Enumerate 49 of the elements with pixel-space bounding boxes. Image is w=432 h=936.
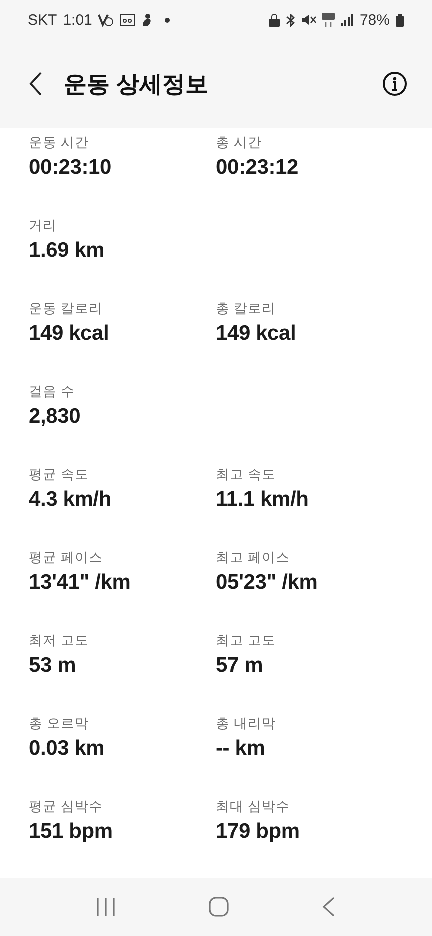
stat-label: 최대 심박수 bbox=[216, 798, 291, 816]
home-button[interactable] bbox=[208, 897, 229, 917]
stat-value: 05'23" /km bbox=[216, 571, 319, 595]
info-button[interactable] bbox=[382, 71, 408, 97]
stat-label: 운동 칼로리 bbox=[29, 300, 104, 318]
stat-value: 149 kcal bbox=[216, 322, 298, 346]
signal-icon bbox=[340, 14, 354, 26]
stat-label: 총 시간 bbox=[216, 134, 263, 152]
stat-label: 최고 속도 bbox=[216, 466, 277, 484]
dot-icon bbox=[165, 18, 170, 22]
stat-value: 53 m bbox=[29, 654, 78, 678]
figure-icon bbox=[141, 14, 154, 26]
battery-icon bbox=[396, 14, 404, 26]
stat-value: 13'41" /km bbox=[29, 571, 132, 595]
stat-label: 걸음 수 bbox=[29, 383, 76, 401]
network-icon bbox=[322, 13, 335, 27]
stat-label: 거리 bbox=[29, 217, 58, 235]
bluetooth-icon bbox=[286, 14, 296, 26]
stat-label: 총 칼로리 bbox=[216, 300, 277, 318]
page-title: 운동 상세정보 bbox=[64, 70, 210, 98]
stat-value: 179 bpm bbox=[216, 820, 301, 844]
stat-value: 00:23:10 bbox=[29, 156, 112, 180]
stat-value: 11.1 km/h bbox=[216, 488, 310, 512]
stat-value: 1.69 km bbox=[29, 239, 106, 263]
carrier-name: SKT bbox=[28, 12, 58, 28]
back-nav-button[interactable] bbox=[322, 897, 336, 917]
battery-level: 78% bbox=[360, 12, 390, 28]
stat-value: -- km bbox=[216, 737, 266, 761]
stat-value: 57 m bbox=[216, 654, 264, 678]
recent-apps-button[interactable] bbox=[96, 898, 116, 916]
stat-label: 평균 속도 bbox=[29, 466, 90, 484]
stat-label: 최고 페이스 bbox=[216, 549, 291, 567]
stat-label: 평균 페이스 bbox=[29, 549, 104, 567]
stat-label: 평균 심박수 bbox=[29, 798, 104, 816]
stat-label: 총 오르막 bbox=[29, 715, 90, 733]
stat-value: 0.03 km bbox=[29, 737, 106, 761]
stat-label: 최저 고도 bbox=[29, 632, 90, 650]
lock-icon bbox=[268, 14, 280, 26]
card-icon bbox=[120, 14, 136, 26]
stat-value: 151 bpm bbox=[29, 820, 114, 844]
stat-value: 2,830 bbox=[29, 405, 82, 429]
mute-icon bbox=[302, 14, 316, 26]
stat-value: 149 kcal bbox=[29, 322, 110, 346]
stat-value: 00:23:12 bbox=[216, 156, 300, 180]
stat-label: 최고 고도 bbox=[216, 632, 277, 650]
stat-label: 총 내리막 bbox=[216, 715, 277, 733]
stat-label: 운동 시간 bbox=[29, 134, 90, 152]
clock-time: 1:01 bbox=[63, 12, 92, 28]
stat-value: 4.3 km/h bbox=[29, 488, 112, 512]
